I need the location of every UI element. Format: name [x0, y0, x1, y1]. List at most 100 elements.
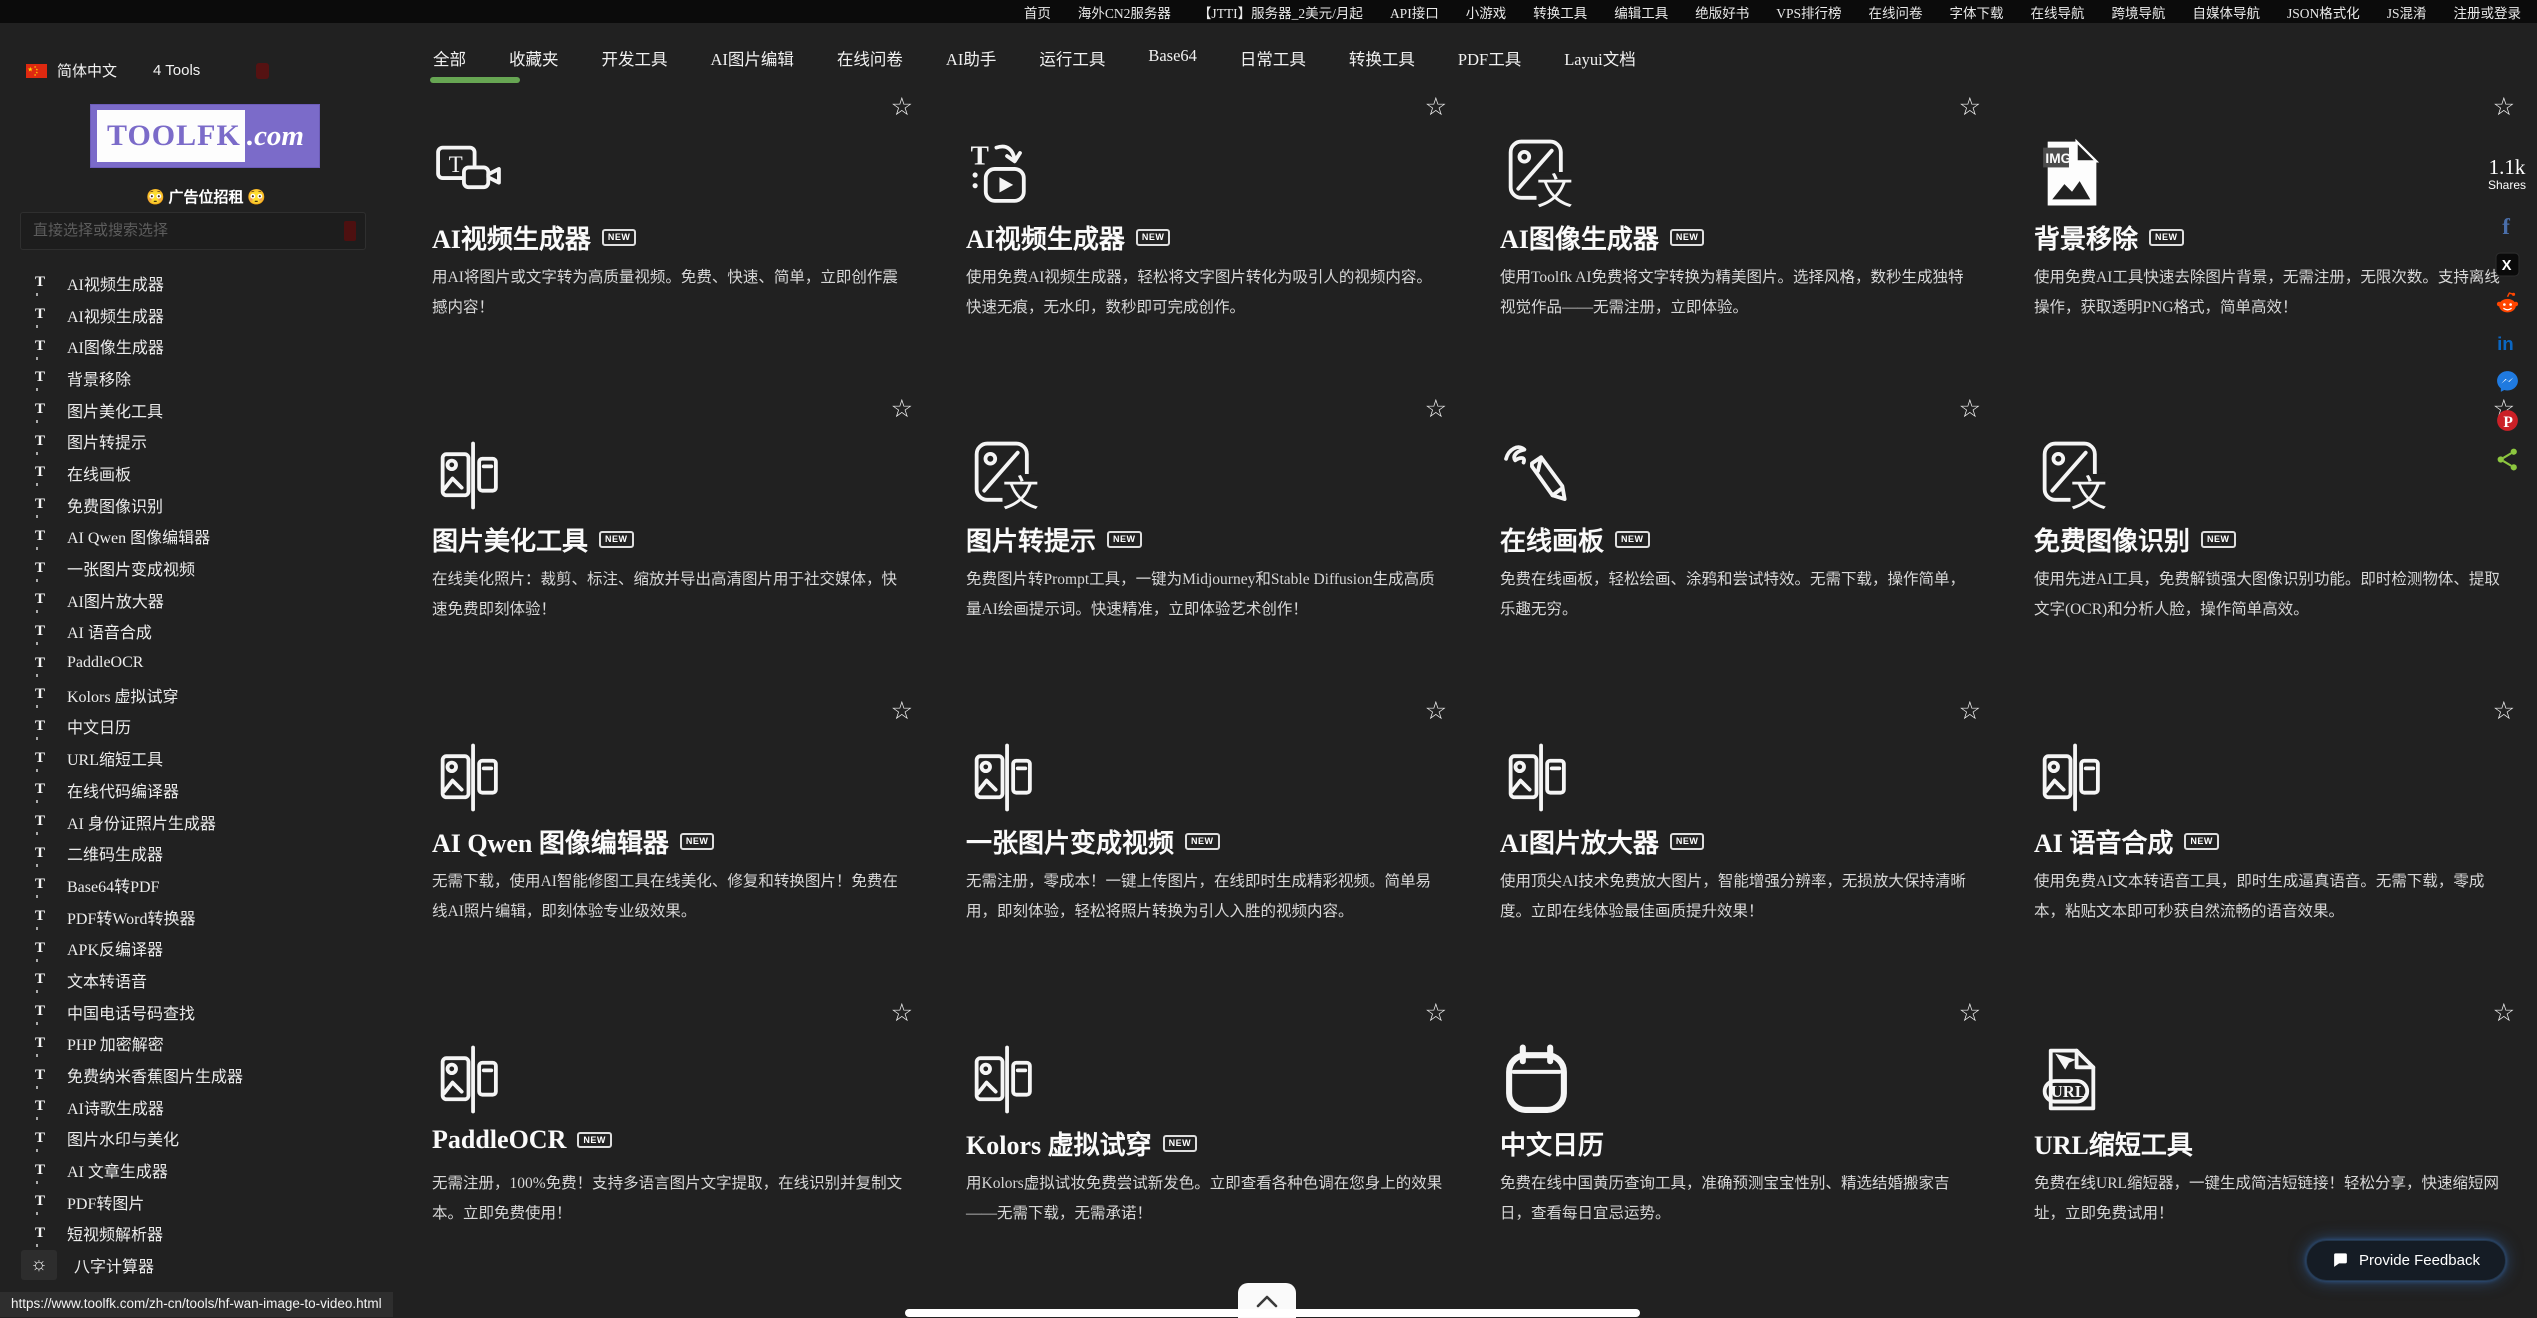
topnav-link[interactable]: 转换工具: [1533, 2, 1587, 22]
topnav-link[interactable]: JS混淆: [2387, 2, 2427, 22]
messenger-icon[interactable]: [2495, 369, 2520, 394]
topnav-link[interactable]: 在线问卷: [1868, 2, 1922, 22]
topnav-link[interactable]: 首页: [1024, 2, 1051, 22]
tool-card[interactable]: ☆ 在线画板NEW 免费在线画板，轻松绘画、涂鸦和尝试特效。无需下载，操作简单，…: [1498, 397, 2003, 699]
favorite-star-icon[interactable]: ☆: [2493, 1001, 2515, 1026]
topnav-link[interactable]: 在线导航: [2030, 2, 2084, 22]
search-input[interactable]: [20, 212, 366, 250]
category-tab[interactable]: AI图片编辑: [710, 38, 795, 80]
tool-card[interactable]: ☆ PaddleOCRNEW 无需注册，100%免费！支持多语言图片文字提取，在…: [430, 1001, 935, 1303]
sidebar-tool-item[interactable]: T 在线画板: [0, 457, 418, 489]
category-tab[interactable]: 全部: [432, 38, 467, 82]
sidebar-tool-item[interactable]: T Kolors 虚拟试穿: [0, 679, 418, 711]
favorite-star-icon[interactable]: ☆: [891, 1001, 913, 1026]
category-tab[interactable]: PDF工具: [1457, 38, 1522, 80]
category-tab[interactable]: Base64: [1147, 38, 1198, 76]
sidebar-tool-item[interactable]: T 背景移除: [0, 362, 418, 394]
sidebar-tool-item[interactable]: T AI图像生成器: [0, 330, 418, 362]
tool-card[interactable]: ☆ T AI视频生成器NEW 用AI将图片或文字转为高质量视频。免费、快速、简单…: [430, 95, 935, 397]
tool-card[interactable]: ☆ 图片美化工具NEW 在线美化照片：裁剪、标注、缩放并导出高清图片用于社交媒体…: [430, 397, 935, 699]
topnav-link[interactable]: JSON格式化: [2287, 2, 2360, 22]
pinterest-icon[interactable]: P: [2495, 408, 2520, 433]
favorite-star-icon[interactable]: ☆: [1425, 699, 1447, 724]
topnav-link[interactable]: 海外CN2服务器: [1078, 2, 1171, 22]
topnav-link[interactable]: 跨境导航: [2111, 2, 2165, 22]
sharethis-icon[interactable]: [2495, 447, 2520, 472]
provide-feedback-button[interactable]: Provide Feedback: [2306, 1240, 2506, 1281]
language-selector[interactable]: ★★★★★ 简体中文 4 Tools: [26, 60, 269, 81]
favorite-star-icon[interactable]: ☆: [1959, 699, 1981, 724]
tool-card[interactable]: ☆ T AI视频生成器NEW 使用免费AI视频生成器，轻松将文字图片转化为吸引人…: [964, 95, 1469, 397]
category-tab[interactable]: 在线问卷: [836, 38, 904, 80]
topnav-link[interactable]: 注册或登录: [2454, 2, 2522, 22]
sidebar-tool-item[interactable]: T 免费纳米香蕉图片生成器: [0, 1059, 418, 1091]
favorite-star-icon[interactable]: ☆: [1959, 95, 1981, 120]
tool-card[interactable]: ☆ 文 免费图像识别NEW 使用先进AI工具，免费解锁强大图像识别功能。即时检测…: [2032, 397, 2537, 699]
topnav-link[interactable]: 小游戏: [1466, 2, 1507, 22]
favorite-star-icon[interactable]: ☆: [1959, 397, 1981, 422]
sidebar-tool-item[interactable]: T AI 文章生成器: [0, 1154, 418, 1186]
favorite-star-icon[interactable]: ☆: [891, 95, 913, 120]
sidebar-tool-item[interactable]: ☼ 八字计算器: [0, 1249, 418, 1281]
sidebar-tool-item[interactable]: T 图片转提示: [0, 425, 418, 457]
tool-card[interactable]: ☆ 文 图片转提示NEW 免费图片转Prompt工具，一键为Midjourney…: [964, 397, 1469, 699]
horizontal-scrollbar-thumb[interactable]: [905, 1309, 1640, 1317]
sidebar-tool-item[interactable]: T PDF转Word转换器: [0, 901, 418, 933]
topnav-link[interactable]: 绝版好书: [1695, 2, 1749, 22]
category-tab[interactable]: 运行工具: [1038, 38, 1106, 80]
sidebar-tool-item[interactable]: T 中国电话号码查找: [0, 996, 418, 1028]
sidebar-tool-item[interactable]: T AI 身份证照片生成器: [0, 806, 418, 838]
category-tab[interactable]: AI助手: [945, 38, 997, 80]
x-twitter-icon[interactable]: X: [2495, 252, 2520, 277]
favorite-star-icon[interactable]: ☆: [2493, 699, 2515, 724]
tool-card[interactable]: ☆ 中文日历 免费在线中国黄历查询工具，准确预测宝宝性别、精选结婚搬家吉日，查看…: [1498, 1001, 2003, 1303]
sidebar-tool-item[interactable]: T AI视频生成器: [0, 267, 418, 299]
sidebar-tool-item[interactable]: T PHP 加密解密: [0, 1028, 418, 1060]
topnav-link[interactable]: API接口: [1390, 2, 1439, 22]
sidebar-tool-item[interactable]: T 短视频解析器: [0, 1218, 418, 1250]
topnav-link[interactable]: 字体下载: [1949, 2, 2003, 22]
topnav-link[interactable]: VPS排行榜: [1776, 2, 1841, 22]
sidebar-tool-item[interactable]: T AI诗歌生成器: [0, 1091, 418, 1123]
tool-card[interactable]: ☆ 文 AI图像生成器NEW 使用Toolfk AI免费将文字转换为精美图片。选…: [1498, 95, 2003, 397]
sidebar-tool-item[interactable]: T AI Qwen 图像编辑器: [0, 521, 418, 553]
topnav-link[interactable]: 【JTTI】服务器_2美元/月起: [1198, 2, 1363, 22]
sidebar-tool-item[interactable]: T Base64转PDF: [0, 869, 418, 901]
sidebar-tool-item[interactable]: T AI视频生成器: [0, 299, 418, 331]
topnav-link[interactable]: 编辑工具: [1614, 2, 1668, 22]
tool-card[interactable]: ☆ Kolors 虚拟试穿NEW 用Kolors虚拟试妆免费尝试新发色。立即查看…: [964, 1001, 1469, 1303]
category-tab[interactable]: 日常工具: [1239, 38, 1307, 80]
reddit-icon[interactable]: [2495, 291, 2520, 316]
tool-card[interactable]: ☆ AI图片放大器NEW 使用顶尖AI技术免费放大图片，智能增强分辨率，无损放大…: [1498, 699, 2003, 1001]
category-tab[interactable]: 开发工具: [601, 38, 669, 80]
favorite-star-icon[interactable]: ☆: [1425, 397, 1447, 422]
category-tab[interactable]: 转换工具: [1348, 38, 1416, 80]
favorite-star-icon[interactable]: ☆: [891, 699, 913, 724]
tool-card[interactable]: ☆ AI Qwen 图像编辑器NEW 无需下载，使用AI智能修图工具在线美化、修…: [430, 699, 935, 1001]
sidebar-tool-item[interactable]: T PaddleOCR: [0, 647, 418, 679]
sidebar-tool-item[interactable]: T 在线代码编译器: [0, 774, 418, 806]
favorite-star-icon[interactable]: ☆: [1959, 1001, 1981, 1026]
tool-card[interactable]: ☆ AI 语音合成NEW 使用免费AI文本转语音工具，即时生成逼真语音。无需下载…: [2032, 699, 2537, 1001]
sidebar-tool-item[interactable]: T 中文日历: [0, 711, 418, 743]
sidebar-tool-item[interactable]: T PDF转图片: [0, 1186, 418, 1218]
facebook-icon[interactable]: f: [2495, 213, 2520, 238]
sidebar-tool-item[interactable]: T AI图片放大器: [0, 584, 418, 616]
sidebar-tool-item[interactable]: T 图片水印与美化: [0, 1123, 418, 1155]
sidebar-tool-item[interactable]: T APK反编译器: [0, 932, 418, 964]
sidebar-tool-item[interactable]: T 文本转语音: [0, 964, 418, 996]
site-logo[interactable]: TOOLFK .com: [90, 104, 320, 168]
sidebar-tool-item[interactable]: T 一张图片变成视频: [0, 552, 418, 584]
favorite-star-icon[interactable]: ☆: [2493, 95, 2515, 120]
category-tab[interactable]: 收藏夹: [508, 38, 560, 80]
topnav-link[interactable]: 自媒体导航: [2192, 2, 2260, 22]
favorite-star-icon[interactable]: ☆: [1425, 95, 1447, 120]
linkedin-icon[interactable]: in: [2495, 330, 2520, 355]
tool-card[interactable]: ☆ 一张图片变成视频NEW 无需注册，零成本！一键上传图片，在线即时生成精彩视频…: [964, 699, 1469, 1001]
sidebar-tool-item[interactable]: T AI 语音合成: [0, 616, 418, 648]
category-tab[interactable]: Layui文档: [1563, 38, 1637, 80]
sidebar-tool-item[interactable]: T URL缩短工具: [0, 742, 418, 774]
tool-card[interactable]: ☆ IMG 背景移除NEW 使用免费AI工具快速去除图片背景，无需注册，无限次数…: [2032, 95, 2537, 397]
favorite-star-icon[interactable]: ☆: [891, 397, 913, 422]
sidebar-tool-item[interactable]: T 免费图像识别: [0, 489, 418, 521]
